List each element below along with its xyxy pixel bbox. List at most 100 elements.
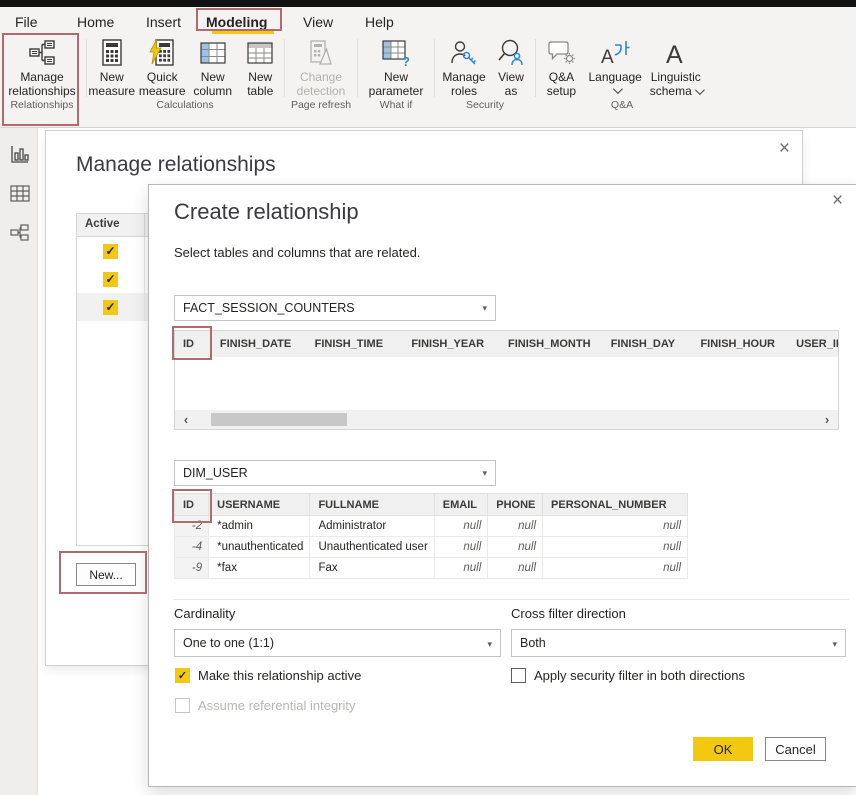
table1-horizontal-scrollbar[interactable]: ‹ › (175, 410, 838, 429)
ok-button[interactable]: OK (693, 737, 753, 761)
checked-checkbox-icon[interactable]: ✓ (175, 668, 190, 683)
table2-row[interactable]: -4 *unauthenticated Unauthenticated user… (175, 537, 688, 558)
table2-row[interactable]: -2 *admin Administrator null null null (175, 516, 688, 537)
linguistic-schema-button[interactable]: A Linguistic schema (645, 33, 706, 99)
section-divider (174, 599, 849, 600)
tab-insert[interactable]: Insert (146, 11, 181, 33)
table1-empty-body (175, 357, 838, 410)
table1-column-header[interactable]: FINISH_HOUR (692, 331, 788, 357)
new-table-label: New table (238, 71, 282, 99)
new-measure-label: New measure (88, 71, 136, 99)
cross-filter-value: Both (520, 636, 546, 650)
manage-relationships-button[interactable]: Manage relationships (2, 33, 82, 99)
table2-column-header[interactable]: PERSONAL_NUMBER (543, 494, 688, 516)
linguistic-a-glyph: A (666, 41, 683, 68)
scrollbar-track[interactable] (197, 413, 816, 426)
table2-column-header[interactable]: FULLNAME (310, 494, 434, 516)
quick-measure-button[interactable]: Quick measure (138, 33, 187, 99)
table2-cell[interactable]: *unauthenticated (209, 537, 310, 558)
unchecked-checkbox-icon[interactable] (511, 668, 526, 683)
table2-cell[interactable]: null (488, 558, 543, 579)
model-view-icon[interactable] (9, 222, 31, 244)
table2-cell[interactable]: null (434, 537, 488, 558)
group-calculations: New measure (88, 33, 282, 112)
table2-cell[interactable]: null (543, 537, 688, 558)
manage-dialog-close-icon[interactable]: × (779, 141, 790, 157)
qa-setup-button[interactable]: Q&A setup (538, 33, 585, 99)
table2-column-header[interactable]: USERNAME (209, 494, 310, 516)
qa-setup-icon (545, 35, 577, 71)
view-as-icon (496, 35, 526, 71)
table2-cell[interactable]: -4 (175, 537, 209, 558)
manage-roles-button[interactable]: Manage roles (439, 33, 489, 99)
new-table-button[interactable]: New table (238, 33, 282, 99)
table1-column-header[interactable]: FINISH_YEAR (403, 331, 500, 357)
table1-column-header[interactable]: FINISH_DAY (603, 331, 693, 357)
tab-help[interactable]: Help (365, 11, 394, 33)
table2-cell[interactable]: null (488, 516, 543, 537)
group-separator (434, 39, 435, 97)
ribbon-body: Manage relationships Relationships (0, 33, 856, 112)
new-measure-button[interactable]: New measure (88, 33, 136, 99)
cardinality-select[interactable]: One to one (1:1) ▾ (174, 629, 501, 657)
active-checkbox-checked[interactable]: ✓ (103, 272, 118, 287)
powerbi-window: File Home Insert Modeling View Help (0, 0, 856, 795)
qa-setup-label: Q&A setup (538, 71, 585, 99)
new-column-label: New column (189, 71, 237, 99)
make-active-checkbox-row[interactable]: ✓ Make this relationship active (175, 668, 361, 683)
group-label-qa: Q&A (538, 99, 706, 111)
linguistic-chevron-icon (695, 85, 705, 95)
quick-measure-icon (148, 35, 176, 71)
table2-cell[interactable]: Administrator (310, 516, 434, 537)
view-as-button[interactable]: View as (491, 33, 531, 99)
table1-column-header[interactable]: FINISH_TIME (307, 331, 404, 357)
new-relationship-button[interactable]: New... (76, 563, 136, 586)
active-checkbox-checked[interactable]: ✓ (103, 244, 118, 259)
language-button[interactable]: A Language (587, 33, 644, 97)
table2-cell[interactable]: *fax (209, 558, 310, 579)
cancel-button[interactable]: Cancel (765, 737, 826, 761)
table1-column-header[interactable]: ID (175, 331, 212, 357)
scroll-right-icon[interactable]: › (816, 410, 838, 429)
table1-column-header[interactable]: FINISH_MONTH (500, 331, 603, 357)
table2-row[interactable]: -9 *fax Fax null null null (175, 558, 688, 579)
table2-cell[interactable]: *admin (209, 516, 310, 537)
group-qa: Q&A setup A Language (538, 33, 706, 112)
table2-cell[interactable]: -9 (175, 558, 209, 579)
table2-cell[interactable]: null (543, 516, 688, 537)
table2-column-header[interactable]: ID (175, 494, 209, 516)
scroll-left-icon[interactable]: ‹ (175, 410, 197, 429)
group-page-refresh: Change detection Page refresh (287, 33, 355, 112)
table1-select[interactable]: FACT_SESSION_COUNTERS ▾ (174, 295, 496, 321)
cross-filter-label: Cross filter direction (511, 606, 626, 621)
new-parameter-icon: ? (381, 35, 411, 71)
scrollbar-thumb[interactable] (211, 413, 347, 426)
manage-roles-icon (449, 35, 479, 71)
cross-filter-select[interactable]: Both ▾ (511, 629, 846, 657)
table1-column-header[interactable]: USER_ID (788, 331, 838, 357)
group-separator (357, 39, 358, 97)
table2-cell[interactable]: null (543, 558, 688, 579)
table2-cell[interactable]: -2 (175, 516, 209, 537)
table2-cell[interactable]: null (434, 516, 488, 537)
active-checkbox-checked[interactable]: ✓ (103, 300, 118, 315)
data-view-icon[interactable] (9, 183, 31, 205)
create-dialog-close-icon[interactable]: × (832, 193, 843, 209)
table2-cell[interactable]: null (434, 558, 488, 579)
table2-select[interactable]: DIM_USER ▾ (174, 460, 496, 486)
new-column-button[interactable]: New column (189, 33, 237, 99)
new-parameter-button[interactable]: ? New parameter (363, 33, 429, 99)
tab-view[interactable]: View (303, 11, 333, 33)
table2-column-header[interactable]: PHONE (488, 494, 543, 516)
new-column-icon (199, 35, 227, 71)
table2-cell[interactable]: null (488, 537, 543, 558)
security-filter-checkbox-row[interactable]: Apply security filter in both directions (511, 668, 745, 683)
report-view-icon[interactable] (9, 144, 31, 166)
tab-home[interactable]: Home (77, 11, 114, 33)
table2-column-header[interactable]: EMAIL (434, 494, 488, 516)
tab-file[interactable]: File (15, 11, 38, 33)
manage-roles-label: Manage roles (439, 71, 489, 99)
table1-column-header[interactable]: FINISH_DATE (212, 331, 307, 357)
table2-cell[interactable]: Fax (310, 558, 434, 579)
table2-cell[interactable]: Unauthenticated user (310, 537, 434, 558)
